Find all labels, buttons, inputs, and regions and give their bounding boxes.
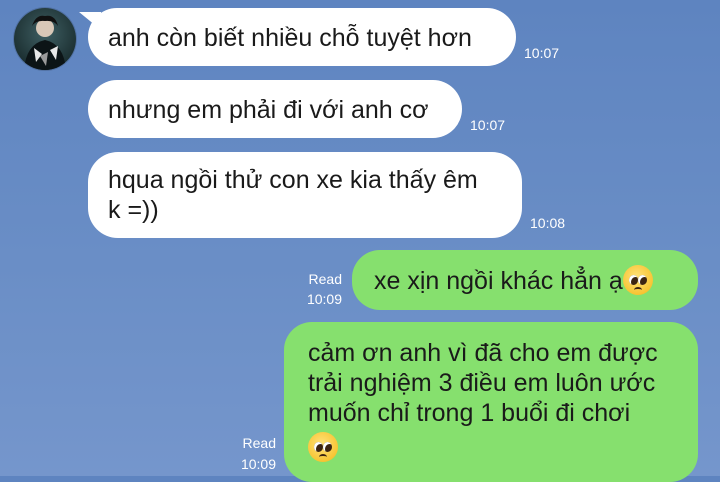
message-bubble[interactable]: xe xịn ngồi khác hẳn ạ xyxy=(352,250,698,310)
chat-view: anh còn biết nhiều chỗ tuyệt hơn 10:07 n… xyxy=(0,0,720,482)
message-time: 10:09 xyxy=(240,456,276,472)
pleading-face-icon xyxy=(308,432,338,462)
read-status: Read xyxy=(242,435,276,451)
message-text-line-1: cảm ơn anh vì đã cho em được xyxy=(308,339,658,367)
message-time: 10:09 xyxy=(306,291,342,307)
message-content: nhưng em phải đi với anh cơ xyxy=(88,80,462,138)
message-text: hqua ngồi thử con xe kia thấy êm xyxy=(108,166,478,194)
message-text-line-3: muốn chỉ trong 1 buổi đi chơi xyxy=(308,399,631,427)
message-time: 10:08 xyxy=(530,215,566,231)
message-text: xe xịn ngồi khác hẳn ạ xyxy=(374,267,623,295)
message-bubble[interactable]: anh còn biết nhiều chỗ tuyệt hơn xyxy=(79,8,516,66)
pleading-face-icon xyxy=(622,265,653,295)
read-status: Read xyxy=(308,271,342,287)
message-bubble[interactable]: cảm ơn anh vì đã cho em được trải nghiệm… xyxy=(284,322,698,482)
message-text: anh còn biết nhiều chỗ tuyệt hơn xyxy=(108,24,472,52)
bubble-tail xyxy=(79,12,101,30)
message-text: nhưng em phải đi với anh cơ xyxy=(108,96,429,124)
message-text-line-2: trải nghiệm 3 điều em luôn ước xyxy=(308,369,656,397)
message-text-line-2: k =)) xyxy=(108,196,159,224)
message-time: 10:07 xyxy=(524,45,560,61)
message-bubble[interactable]: hqua ngồi thử con xe kia thấy êm k =)) xyxy=(88,152,522,238)
avatar[interactable] xyxy=(14,8,76,70)
message-time: 10:07 xyxy=(470,117,506,133)
avatar-image xyxy=(24,15,66,70)
